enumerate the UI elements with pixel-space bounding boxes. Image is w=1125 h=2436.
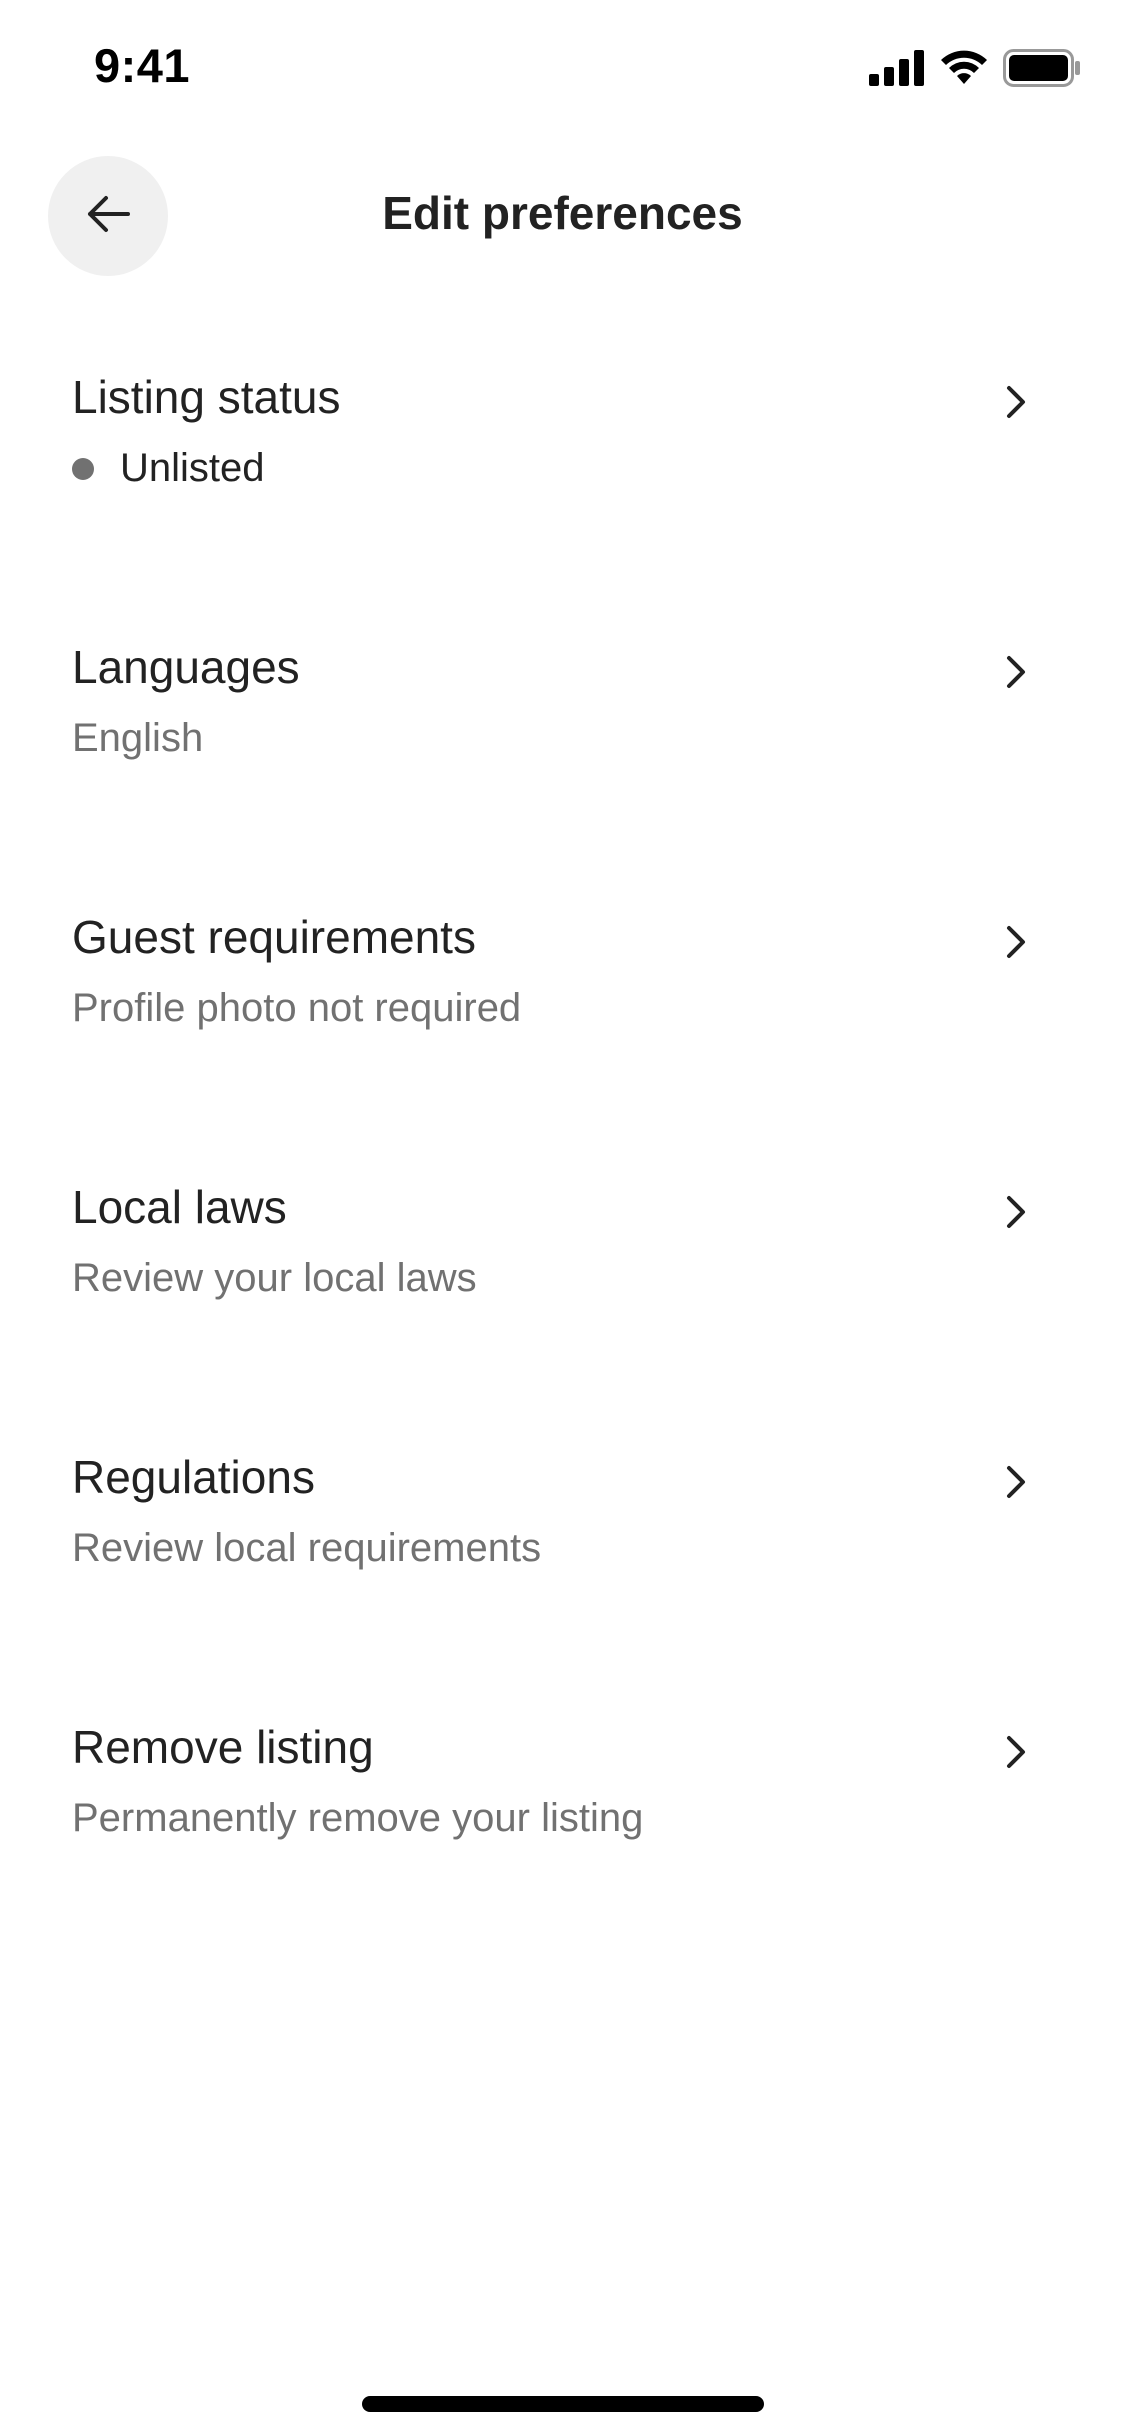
chevron-right-icon xyxy=(1001,652,1031,692)
wifi-icon xyxy=(939,50,989,86)
status-bar: 9:41 xyxy=(0,0,1125,132)
battery-icon xyxy=(1003,49,1081,87)
preferences-list: Listing status Unlisted Languages Englis… xyxy=(0,302,1125,1922)
chevron-right-icon xyxy=(1001,1462,1031,1502)
pref-item-listing-status[interactable]: Listing status Unlisted xyxy=(0,302,1125,572)
pref-item-subtitle: Review local requirements xyxy=(72,1526,542,1570)
pref-item-subtitle: English xyxy=(72,716,204,760)
pref-item-title: Regulations xyxy=(72,1451,315,1503)
pref-item-guest-requirements[interactable]: Guest requirements Profile photo not req… xyxy=(0,842,1125,1112)
status-time: 9:41 xyxy=(94,39,191,92)
status-icons xyxy=(869,48,1081,88)
pref-item-languages[interactable]: Languages English xyxy=(0,572,1125,842)
pref-item-subtitle: Permanently remove your listing xyxy=(72,1796,644,1840)
header: Edit preferences xyxy=(0,132,1125,302)
chevron-right-icon xyxy=(1001,1192,1031,1232)
listing-status-indicator: Unlisted xyxy=(72,446,265,491)
pref-item-title: Guest requirements xyxy=(72,911,476,963)
pref-item-subtitle: Profile photo not required xyxy=(72,986,522,1030)
pref-item-title: Languages xyxy=(72,641,300,693)
pref-item-title: Remove listing xyxy=(72,1721,374,1773)
chevron-right-icon xyxy=(1001,922,1031,962)
pref-item-remove-listing[interactable]: Remove listing Permanently remove your l… xyxy=(0,1652,1125,1922)
chevron-right-icon xyxy=(1001,1732,1031,1772)
chevron-right-icon xyxy=(1001,382,1031,422)
pref-item-subtitle: Unlisted xyxy=(120,446,265,490)
page-title: Edit preferences xyxy=(382,187,743,239)
pref-item-title: Local laws xyxy=(72,1181,287,1233)
cellular-signal-icon xyxy=(869,50,925,86)
home-indicator[interactable] xyxy=(362,2396,764,2412)
pref-item-regulations[interactable]: Regulations Review local requirements xyxy=(0,1382,1125,1652)
pref-item-subtitle: Review your local laws xyxy=(72,1256,477,1300)
status-dot-icon xyxy=(72,457,94,480)
pref-item-title: Listing status xyxy=(72,371,341,423)
pref-item-local-laws[interactable]: Local laws Review your local laws xyxy=(0,1112,1125,1382)
